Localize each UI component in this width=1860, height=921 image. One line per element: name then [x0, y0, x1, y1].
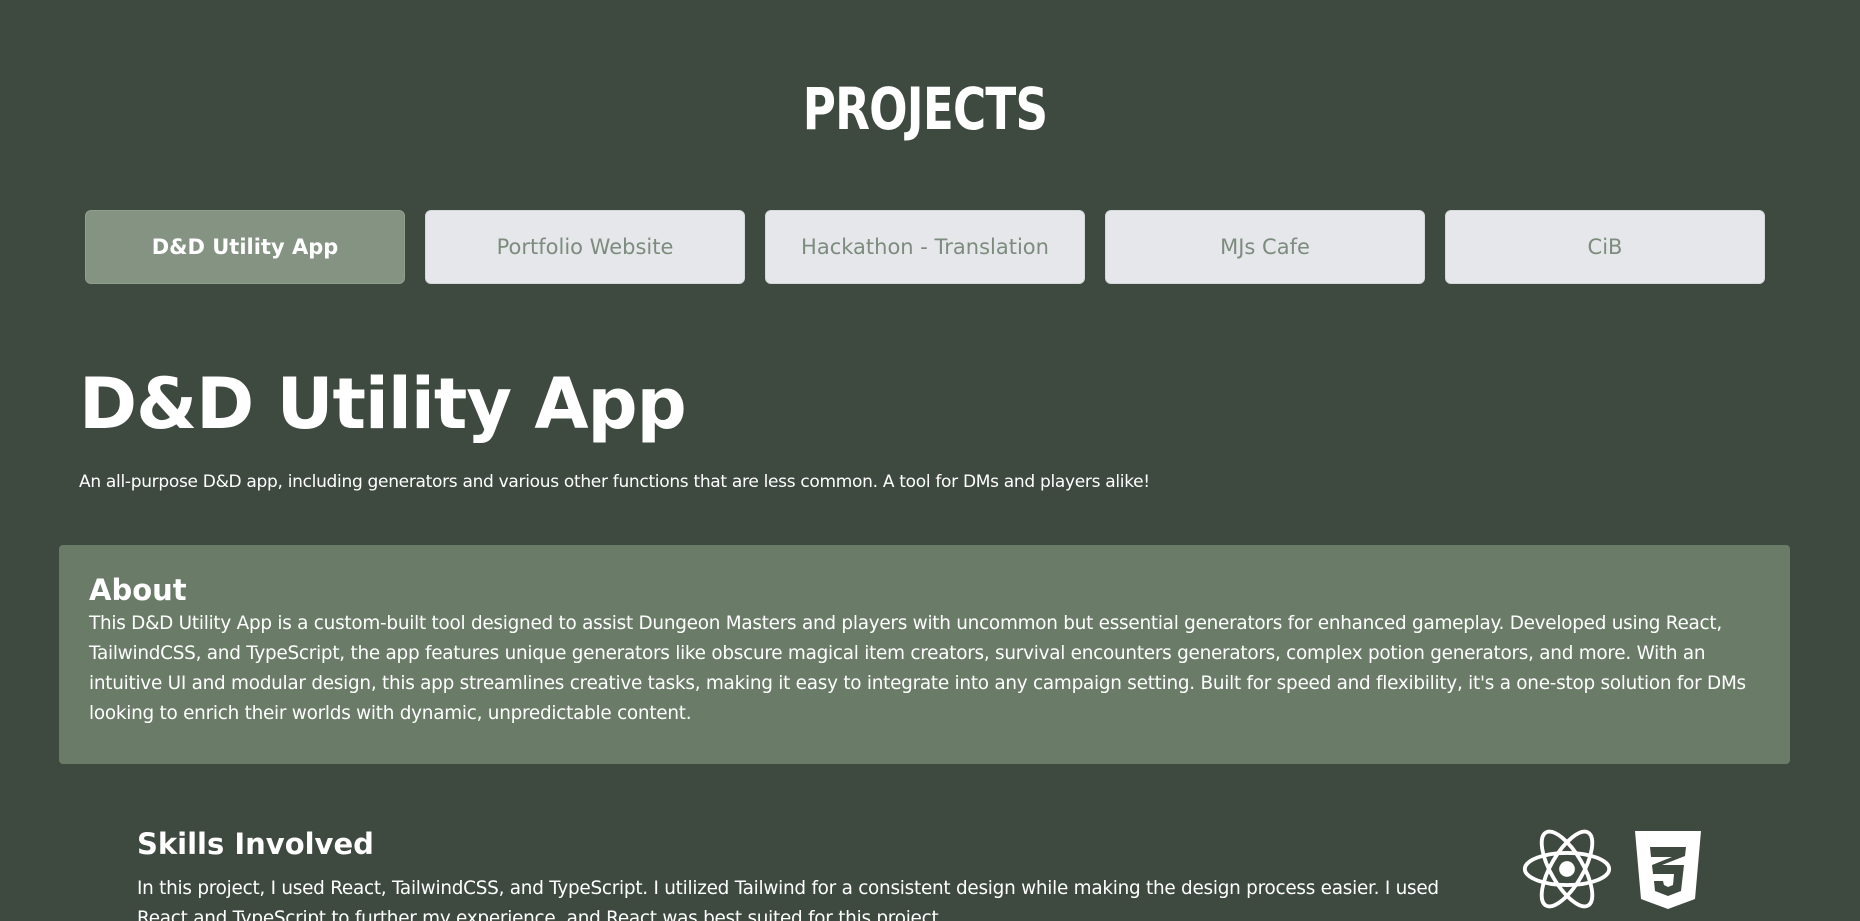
- css3-icon: [1635, 831, 1701, 909]
- section-title: PROJECTS: [802, 75, 1048, 143]
- about-body: This D&D Utility App is a custom-built t…: [89, 613, 1746, 724]
- project-title: D&D Utility App: [79, 363, 687, 445]
- tab-mjs-cafe[interactable]: MJs Cafe: [1105, 210, 1425, 284]
- about-heading: About: [89, 573, 187, 607]
- tab-cib[interactable]: CiB: [1445, 210, 1765, 284]
- tab-portfolio-website[interactable]: Portfolio Website: [425, 210, 745, 284]
- page: PROJECTS D&D Utility App Portfolio Websi…: [0, 0, 1860, 921]
- tab-hackathon-translation[interactable]: Hackathon - Translation: [765, 210, 1085, 284]
- about-card: About This D&D Utility App is a custom-b…: [59, 545, 1790, 764]
- skills-body: In this project, I used React, TailwindC…: [137, 878, 1439, 921]
- react-icon: [1522, 829, 1612, 909]
- project-tabs: D&D Utility App Portfolio Website Hackat…: [85, 210, 1765, 284]
- skills-heading: Skills Involved: [137, 827, 374, 861]
- tab-dnd-utility-app[interactable]: D&D Utility App: [85, 210, 405, 284]
- project-subtitle: An all-purpose D&D app, including genera…: [79, 472, 1150, 492]
